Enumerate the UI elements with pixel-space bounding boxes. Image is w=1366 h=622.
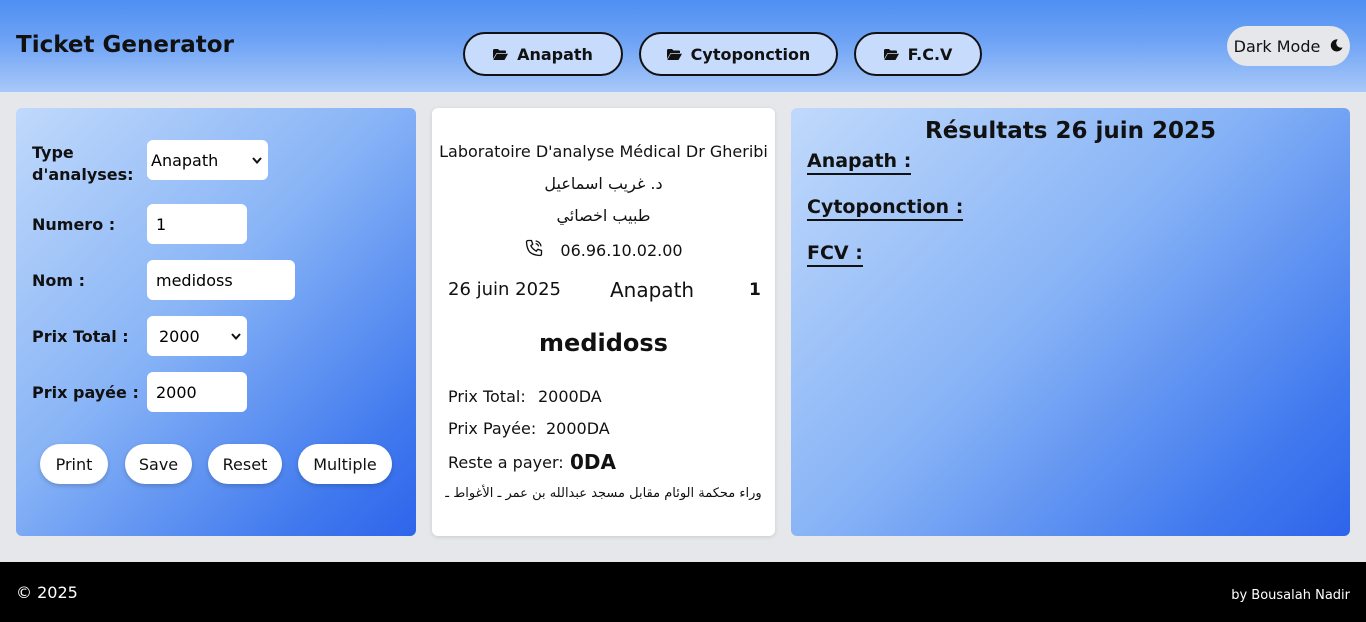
nom-label: Nom : [32, 271, 86, 290]
prix-total-value: 2000 [159, 326, 200, 346]
results-panel: Résultats 26 juin 2025 Anapath : Cytopon… [791, 108, 1350, 536]
chevron-down-icon [252, 154, 262, 167]
section-cytoponction: Cytoponction : [807, 196, 964, 221]
app-header: Ticket Generator Anapath Cytoponction F.… [0, 0, 1366, 92]
type-analyses-select[interactable]: Anapath [147, 140, 268, 180]
reste-label: Reste a payer: [448, 453, 564, 472]
patient-name: medidoss [539, 329, 668, 357]
ticket-number: 1 [749, 280, 761, 300]
page-footer: © 2025 by Bousalah Nadir [0, 562, 1366, 622]
phone-number: 06.96.10.02.00 [560, 240, 683, 260]
prix-payee-input[interactable]: 2000 [147, 372, 247, 412]
doctor-name: د. غريب اسماعيل [544, 174, 663, 193]
numero-label: Numero : [32, 215, 116, 234]
author-credit: by Bousalah Nadir [1231, 588, 1350, 603]
prix-payee-label: Prix payée : [32, 383, 139, 402]
dark-mode-label: Dark Mode [1233, 36, 1321, 56]
chevron-down-icon [231, 330, 241, 343]
numero-input[interactable]: 1 [147, 204, 247, 244]
type-analyses-label: Type d'analyses: [32, 143, 134, 184]
tab-anapath-label: Anapath [517, 44, 593, 64]
tab-fcv[interactable]: F.C.V [854, 32, 982, 76]
app-title: Ticket Generator [16, 32, 234, 58]
ticket-form-panel: Type d'analyses: Anapath Numero : 1 Nom … [16, 108, 416, 536]
prix-payee-label: Prix Payée: [448, 419, 537, 438]
tab-anapath[interactable]: Anapath [463, 32, 623, 76]
prix-payee-value: 2000DA [546, 419, 610, 438]
copyright: © 2025 [16, 583, 78, 602]
lab-address: وراء محكمة الوئام مقابل مسجد عبدالله بن … [445, 486, 762, 501]
tab-cytoponction-label: Cytoponction [690, 44, 811, 64]
reste-value: 0DA [570, 450, 616, 474]
dark-mode-toggle[interactable]: Dark Mode [1227, 26, 1350, 66]
doctor-specialty: طبيب اخصائي [556, 206, 651, 225]
ticket-type: Anapath [610, 278, 695, 302]
section-fcv: FCV : [807, 242, 863, 267]
moon-icon [1330, 37, 1343, 56]
prix-total-select[interactable]: 2000 [147, 316, 247, 356]
tab-cytoponction[interactable]: Cytoponction [639, 32, 838, 76]
prix-total-label: Prix Total: [448, 387, 526, 406]
prix-total-label: Prix Total : [32, 327, 129, 346]
save-button[interactable]: Save [125, 444, 192, 484]
lab-name: Laboratoire D'analyse Médical Dr Gheribi [439, 142, 768, 161]
ticket-date: 26 juin 2025 [448, 279, 561, 300]
results-title: Résultats 26 juin 2025 [924, 118, 1216, 144]
prix-total-value: 2000DA [538, 387, 602, 406]
section-anapath: Anapath : [807, 150, 912, 175]
tab-fcv-label: F.C.V [907, 44, 953, 64]
folder-open-icon [493, 48, 509, 60]
reset-button[interactable]: Reset [208, 444, 282, 484]
phone-icon [524, 238, 544, 262]
print-button[interactable]: Print [40, 444, 108, 484]
multiple-button[interactable]: Multiple [298, 444, 392, 484]
folder-open-icon [666, 48, 682, 60]
nom-input[interactable]: medidoss [147, 260, 295, 300]
folder-open-icon [883, 48, 899, 60]
type-analyses-value: Anapath [151, 150, 219, 170]
phone-line: 06.96.10.02.00 [432, 238, 775, 262]
ticket-preview: Laboratoire D'analyse Médical Dr Gheribi… [432, 108, 775, 536]
